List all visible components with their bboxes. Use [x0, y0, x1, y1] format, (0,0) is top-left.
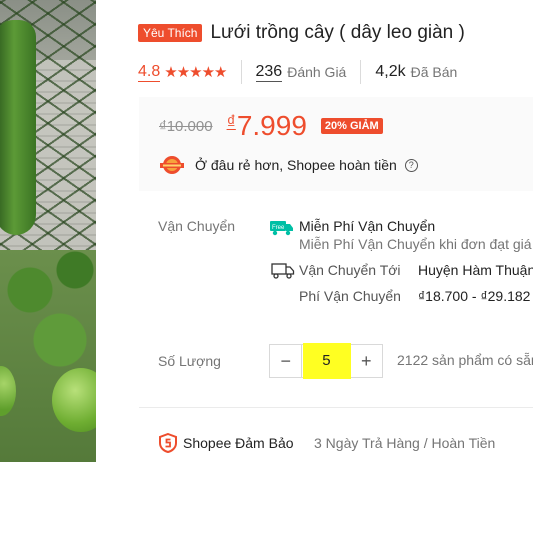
truck-icon [271, 263, 295, 279]
rating-row: 4.8 ★★★★★ 236 Đánh Giá 4,2k Đã Bán [138, 60, 457, 84]
favorite-badge: Yêu Thích [138, 24, 203, 42]
shipping-fee-value[interactable]: ₫18.700 - ₫29.182 [418, 288, 530, 304]
product-image[interactable] [0, 0, 96, 462]
quantity-stepper: − 5 + [269, 343, 383, 379]
title-row: Yêu Thích Lưới trồng cây ( dây leo giàn … [138, 22, 465, 44]
ship-to-label: Vận Chuyển Tới [299, 262, 401, 278]
price-currency: ₫ [226, 112, 236, 132]
image-gourd [0, 20, 36, 235]
sold-count: 4,2k [375, 63, 406, 80]
old-price: ₫10.000 [159, 117, 213, 135]
section-divider [139, 407, 533, 408]
free-shipping-title: Miễn Phí Vận Chuyển [299, 218, 436, 234]
return-policy-text: 3 Ngày Trả Hàng / Hoàn Tiền [314, 435, 496, 451]
help-icon[interactable]: ? [404, 158, 418, 172]
shipping-label: Vận Chuyển [158, 218, 236, 234]
product-title: Lưới trồng cây ( dây leo giàn ) [210, 22, 465, 43]
stock-available: 2122 sản phẩm có sẵn [397, 352, 533, 368]
price-guarantee-text: Ở đâu rẻ hơn, Shopee hoàn tiền [195, 157, 397, 173]
ship-to-selector[interactable]: Huyện Hàm Thuận [418, 262, 533, 278]
increase-button[interactable]: + [350, 345, 382, 377]
rating-score[interactable]: 4.8 [138, 63, 161, 82]
quantity-value: 5 [322, 352, 331, 369]
shopee-guarantee-label[interactable]: Shopee Đảm Bảo [183, 435, 294, 451]
divider [360, 60, 362, 84]
free-shipping-icon: Free [270, 221, 293, 236]
quantity-input[interactable]: 5 [301, 343, 352, 379]
reviews-count[interactable]: 236 [255, 63, 283, 82]
shipping-fee-label: Phí Vận Chuyển [299, 288, 401, 304]
price-guarantee-row[interactable]: Ở đâu rẻ hơn, Shopee hoàn tiền ? [159, 155, 418, 175]
quantity-label: Số Lượng [158, 353, 221, 369]
star-icon: ★★★★★ [164, 64, 227, 81]
reviews-label: Đánh Giá [287, 64, 347, 80]
divider [240, 60, 242, 84]
decrease-button[interactable]: − [270, 345, 302, 377]
discount-badge: 20% GIẢM [320, 118, 383, 134]
cheaper-guarantee-icon [160, 156, 184, 174]
price-row: ₫10.000 ₫ 7.999 20% GIẢM [159, 110, 383, 142]
free-shipping-subtitle: Miễn Phí Vận Chuyển khi đơn đạt giá [299, 236, 532, 252]
svg-text:Free: Free [272, 225, 285, 231]
price-box: ₫10.000 ₫ 7.999 20% GIẢM Ở đâu rẻ hơn, S… [139, 97, 533, 191]
shield-icon [159, 433, 177, 453]
current-price: 7.999 [236, 110, 307, 141]
sold-label: Đã Bán [410, 64, 458, 80]
